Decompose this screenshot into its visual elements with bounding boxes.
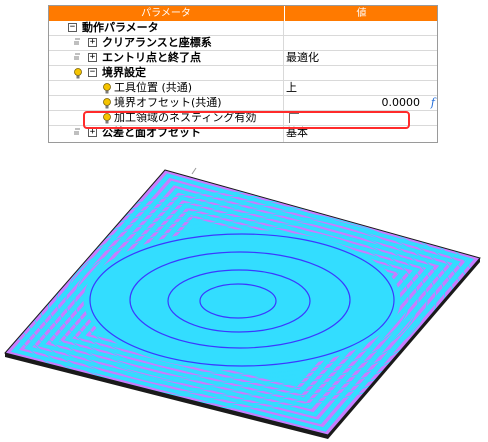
toolpath-viewport[interactable] — [0, 150, 488, 442]
plus-box-icon[interactable]: + — [88, 128, 97, 137]
bulb-icon — [74, 68, 82, 79]
bulb-icon — [103, 83, 111, 94]
row-label: 動作パラメータ — [82, 21, 159, 34]
highlight-box — [83, 111, 410, 129]
minus-box-icon[interactable]: − — [68, 23, 77, 32]
plus-box-icon[interactable]: + — [88, 38, 97, 47]
row-clearance-coordinates[interactable]: + クリアランスと座標系 — [49, 36, 437, 51]
row-label: 境界設定 — [102, 66, 146, 79]
row-value[interactable] — [286, 36, 434, 50]
header-value-column[interactable]: 値 — [284, 6, 437, 21]
row-value[interactable]: 上 — [286, 81, 434, 95]
bulb-icon — [103, 98, 111, 109]
grid-header: パラメータ 値 — [49, 6, 437, 21]
row-tool-position[interactable]: 工具位置 (共通) 上 — [49, 81, 437, 96]
link-bulb-icon — [74, 53, 80, 60]
formula-icon[interactable]: f — [431, 96, 435, 109]
row-boundary-offset[interactable]: 境界オフセット(共通) 0.0000 f — [49, 96, 437, 111]
row-motion-parameters[interactable]: − 動作パラメータ — [49, 21, 437, 36]
toolpath-ring — [89, 233, 395, 367]
link-bulb-icon — [74, 128, 80, 135]
row-value[interactable]: 0.0000 — [286, 96, 434, 110]
row-value[interactable]: 最適化 — [286, 51, 434, 65]
row-entry-exit-points[interactable]: + エントリ点と終了点 最適化 — [49, 51, 437, 66]
row-label: 工具位置 (共通) — [114, 81, 193, 94]
minus-box-icon[interactable]: − — [88, 68, 97, 77]
row-label: エントリ点と終了点 — [102, 51, 201, 64]
row-boundary-settings[interactable]: − 境界設定 — [49, 66, 437, 81]
header-name-column[interactable]: パラメータ — [49, 6, 283, 21]
link-bulb-icon — [74, 38, 80, 45]
plus-box-icon[interactable]: + — [88, 53, 97, 62]
row-label: クリアランスと座標系 — [102, 36, 212, 49]
plate-surface — [4, 167, 481, 439]
row-label: 境界オフセット(共通) — [114, 96, 222, 109]
